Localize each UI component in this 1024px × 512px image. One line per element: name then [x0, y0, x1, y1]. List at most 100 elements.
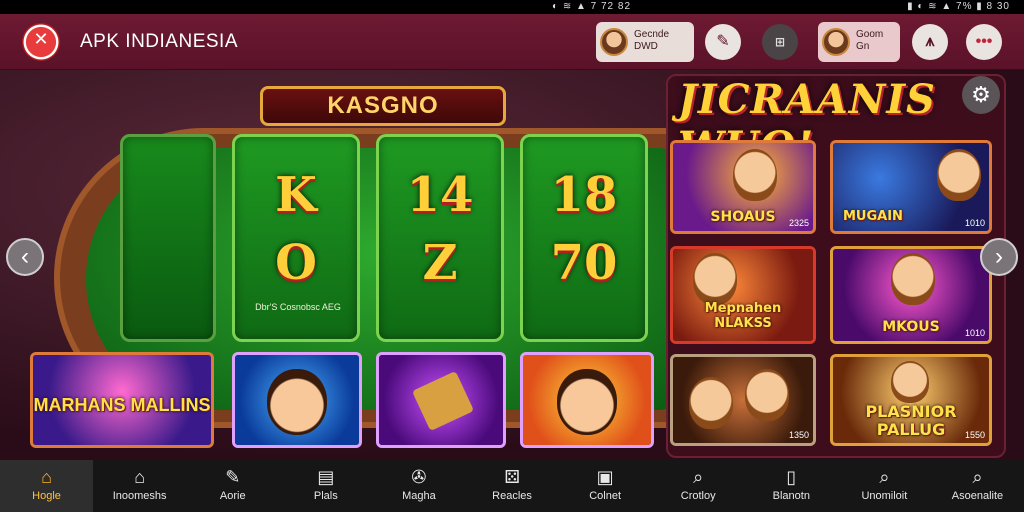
profile-left-line1: Gecnde — [634, 29, 670, 40]
character-icon — [733, 149, 777, 201]
nav-item-9[interactable]: ▯ Blanotn — [745, 460, 838, 512]
slot-2-top: 14 — [406, 167, 474, 223]
nav-item-3[interactable]: ✎ Aorie — [186, 460, 279, 512]
app-logo[interactable] — [22, 23, 60, 61]
card-6-number: 1550 — [964, 430, 985, 440]
nav-label: Unomiloit — [861, 490, 908, 502]
slot-1-bottom: O — [275, 235, 317, 291]
slot-3-bottom: 70 — [550, 235, 618, 291]
bank-button[interactable]: ⩚ — [912, 24, 948, 60]
nav-label: Colnet — [589, 490, 621, 502]
game-tile-marhans[interactable]: MARHANS MALLINS — [30, 352, 214, 448]
slot-panel-3[interactable]: 18 70 — [520, 134, 648, 342]
game-tile-bald[interactable] — [520, 352, 654, 448]
bank-icon: ⩚ — [925, 33, 935, 50]
card-5-number: 1350 — [788, 430, 809, 440]
home-outline-icon: ⌂ — [134, 467, 146, 487]
nav-label: Asoenalite — [951, 490, 1004, 502]
puzzle-icon: ⚄ — [504, 467, 520, 487]
grid-button[interactable]: ⊞ — [762, 24, 798, 60]
game-card-5[interactable]: 1350 — [670, 354, 816, 446]
nav-item-4[interactable]: ▤ Plals — [279, 460, 372, 512]
profile-left-line2: DWD — [634, 41, 658, 52]
status-bar: ◐ ≋ ▲ 7 72 82 ▮ ◐ ≋ ▲ 7% ▮ 8 30 — [0, 0, 1024, 14]
search-icon: ⌕ — [879, 467, 890, 487]
app-title: APK INDIANESIA — [80, 31, 238, 52]
nav-item-5[interactable]: ✇ Magha — [372, 460, 465, 512]
status-left: ◐ ≋ ▲ 7 72 82 — [552, 1, 632, 12]
status-right: ▮ ◐ ≋ ▲ 7% ▮ 8 30 — [907, 1, 1010, 12]
dots-icon: ••• — [975, 33, 993, 50]
casino-banner: KASGNO — [260, 86, 506, 126]
app-header: APK INDIANESIA Gecnde DWD ✎ ⊞ Goom Gn ⩚ … — [0, 14, 1024, 70]
avatar — [822, 28, 850, 56]
chevron-right-icon: › — [995, 243, 1003, 270]
card-2-number: 1010 — [964, 218, 985, 228]
grid-icon: ⊞ — [774, 35, 786, 49]
character-icon — [891, 361, 929, 403]
gear-icon: ⚙ — [971, 82, 991, 107]
featured-title: JICRAANIS WUO! — [678, 76, 936, 170]
nav-item-10[interactable]: ⌕ Unomiloit — [838, 460, 931, 512]
nav-label: Reacles — [492, 490, 532, 502]
home-icon: ⌂ — [41, 467, 52, 487]
profile-right-line2: Gn — [856, 41, 870, 52]
main-content: KASGNO K O 14 Z 18 70 Dbr'S Cosnobsc AEG… — [0, 70, 1024, 460]
game-card-2[interactable]: MUGAIN 1010 — [830, 140, 992, 234]
nav-label: Magha — [402, 490, 436, 502]
character-icon — [891, 253, 935, 305]
nav-label: Blanotn — [772, 490, 810, 502]
nav-label: Crotloy — [680, 490, 716, 502]
nav-item-7[interactable]: ▣ Colnet — [559, 460, 652, 512]
game-tile-face[interactable] — [232, 352, 362, 448]
character-icon — [937, 149, 981, 201]
game-card-6[interactable]: PLASNIOR PALLUG 1550 — [830, 354, 992, 446]
nav-item-2[interactable]: ⌂ Inoomeshs — [93, 460, 186, 512]
nav-item-8[interactable]: ⌕ Crotloy — [652, 460, 745, 512]
nav-label: Aorie — [219, 490, 246, 502]
bear-icon — [689, 377, 733, 429]
fox-icon — [693, 253, 737, 305]
nav-item-11[interactable]: ⌕ Asoenalite — [931, 460, 1024, 512]
character-icon — [745, 369, 789, 421]
settings-button[interactable]: ⚙ — [962, 76, 1000, 114]
search-icon: ⌕ — [693, 467, 704, 487]
nav-label: Plals — [313, 490, 338, 502]
cartoon-face-icon — [267, 369, 327, 435]
nav-item-home[interactable]: ⌂ Hogle — [0, 460, 94, 512]
slot-1-top: K — [275, 167, 317, 223]
avatar — [600, 28, 628, 56]
game-tile-hammer[interactable] — [376, 352, 506, 448]
card-3-label: Mepnahen NLAKSS — [704, 301, 782, 331]
profile-chip-left[interactable]: Gecnde DWD — [596, 22, 694, 62]
bottom-nav: ⌂ Hogle ⌂ Inoomeshs ✎ Aorie ▤ Plals ✇ Ma… — [0, 460, 1024, 512]
pen-button[interactable]: ✎ — [705, 24, 741, 60]
chevron-left-icon: ‹ — [21, 243, 29, 270]
game-card-3[interactable]: Mepnahen NLAKSS — [670, 246, 816, 344]
info-icon: ▯ — [786, 467, 797, 487]
card-4-number: 1010 — [964, 328, 985, 338]
more-button[interactable]: ••• — [966, 24, 1002, 60]
slot-panel-2[interactable]: 14 Z — [376, 134, 504, 342]
carousel-next-button[interactable]: › — [980, 238, 1018, 276]
tile-label: MARHANS MALLINS — [33, 395, 211, 415]
profile-right-line1: Goom — [856, 29, 884, 40]
game-card-1[interactable]: SHOAUS 2325 — [670, 140, 816, 234]
nav-label: Hogle — [32, 490, 61, 502]
slot-3-top: 18 — [550, 167, 618, 223]
pencil-icon: ✎ — [225, 467, 241, 487]
carousel-prev-button[interactable]: ‹ — [6, 238, 44, 276]
search-icon: ⌕ — [972, 467, 983, 487]
bald-face-icon — [557, 369, 617, 435]
slot-2-bottom: Z — [422, 235, 458, 291]
nav-item-6[interactable]: ⚄ Reacles — [465, 460, 558, 512]
card-1-number: 2325 — [788, 218, 809, 228]
nav-label: Inoomeshs — [112, 490, 167, 502]
profile-chip-right[interactable]: Goom Gn — [818, 22, 900, 62]
wallet-icon: ▣ — [596, 467, 614, 487]
empty-panel — [120, 134, 216, 342]
game-card-4[interactable]: MKOUS 1010 — [830, 246, 992, 344]
pen-icon: ✎ — [716, 33, 730, 50]
document-icon: ▤ — [317, 467, 335, 487]
panel-caption: Dbr'S Cosnobsc AEG — [255, 302, 341, 312]
